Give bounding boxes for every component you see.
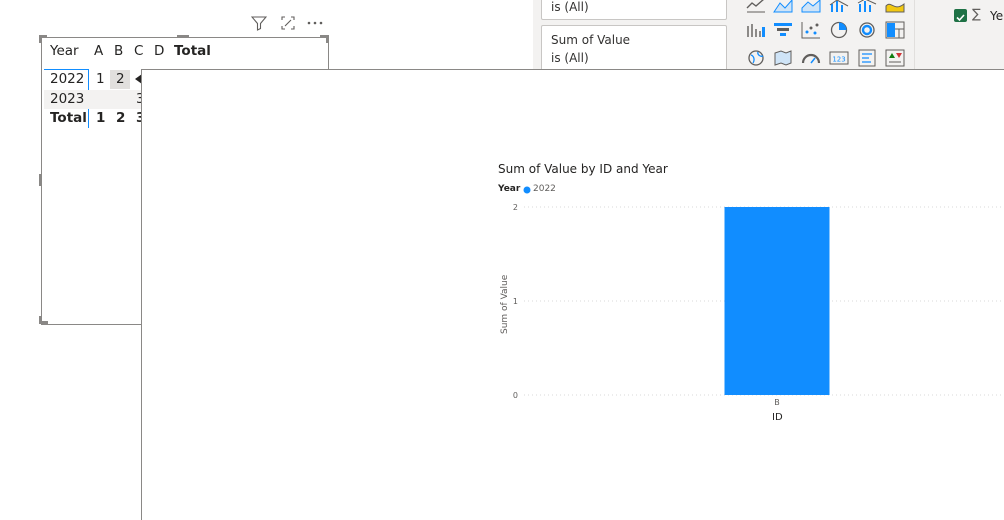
legend-item-label[interactable]: 2022 [533,184,556,194]
resize-handle-bottom-left[interactable] [39,321,48,324]
filled-map-icon[interactable] [773,49,793,67]
chart-title: Sum of Value by ID and Year [498,162,668,176]
filter-card[interactable]: is (All) [541,0,727,20]
y-tick-label: 2 [513,203,518,212]
matrix-row-year[interactable]: 2022 [50,70,84,89]
matrix-cell[interactable]: 1 [96,70,105,89]
card-icon[interactable]: 123 [829,49,849,67]
matrix-header-total: Total [174,43,211,59]
checkmark-icon [956,14,965,22]
bar-B-2022[interactable] [724,207,830,395]
y-tick-label: 1 [513,297,518,306]
funnel-chart-icon[interactable] [773,21,793,39]
matrix-header-c: C [134,43,144,59]
line-clustered-column-icon[interactable] [829,0,849,14]
waterfall-chart-icon[interactable] [746,21,766,39]
legend-marker[interactable] [523,186,531,194]
donut-chart-icon[interactable] [857,21,877,39]
filter-card-value: is (All) [551,0,589,14]
focus-mode-icon[interactable] [279,15,297,33]
matrix-header-d: D [154,43,165,59]
area-chart-icon[interactable] [773,0,793,14]
line-stacked-column-icon[interactable] [857,0,877,14]
resize-handle-left[interactable] [39,174,42,186]
x-tick-label: B [774,398,780,407]
field-label-year[interactable]: Ye [990,9,1003,23]
filter-card-title: Sum of Value [551,33,631,47]
matrix-row-year[interactable]: 2023 [50,90,84,109]
matrix-total-label: Total [50,110,87,126]
filter-icon[interactable] [250,15,268,33]
gauge-icon[interactable] [801,49,821,67]
resize-handle-top-left-v[interactable] [39,35,42,43]
more-options-icon[interactable] [306,15,324,33]
matrix-cell[interactable]: 2 [116,70,125,89]
stacked-area-chart-icon[interactable] [801,0,821,14]
matrix-header-b: B [114,43,124,59]
field-checkbox[interactable] [954,9,967,22]
filter-card-value: is (All) [551,51,589,65]
ribbon-chart-icon[interactable] [885,0,905,14]
matrix-total-cell: 2 [116,110,126,126]
legend-title: Year [498,184,521,194]
pie-chart-icon[interactable] [829,21,849,39]
treemap-icon[interactable] [885,21,905,39]
y-tick-label: 0 [513,391,518,400]
sigma-icon: ∑ [972,7,981,22]
resize-handle-top-right-v[interactable] [326,35,329,43]
matrix-total-cell: 1 [96,110,106,126]
svg-text:123: 123 [832,56,845,64]
map-icon[interactable] [746,49,766,67]
y-axis-title: Sum of Value [500,274,510,334]
line-chart-icon[interactable] [746,0,766,14]
matrix-header-year: Year [50,43,79,59]
scatter-chart-icon[interactable] [801,21,821,39]
resize-handle-top[interactable] [177,35,189,38]
x-axis-title: ID [772,412,783,423]
kpi-icon[interactable] [885,49,905,67]
bar-chart-plot[interactable]: 0 1 2 B [510,195,1004,425]
matrix-header-a: A [94,43,104,59]
multi-row-card-icon[interactable] [857,49,877,67]
